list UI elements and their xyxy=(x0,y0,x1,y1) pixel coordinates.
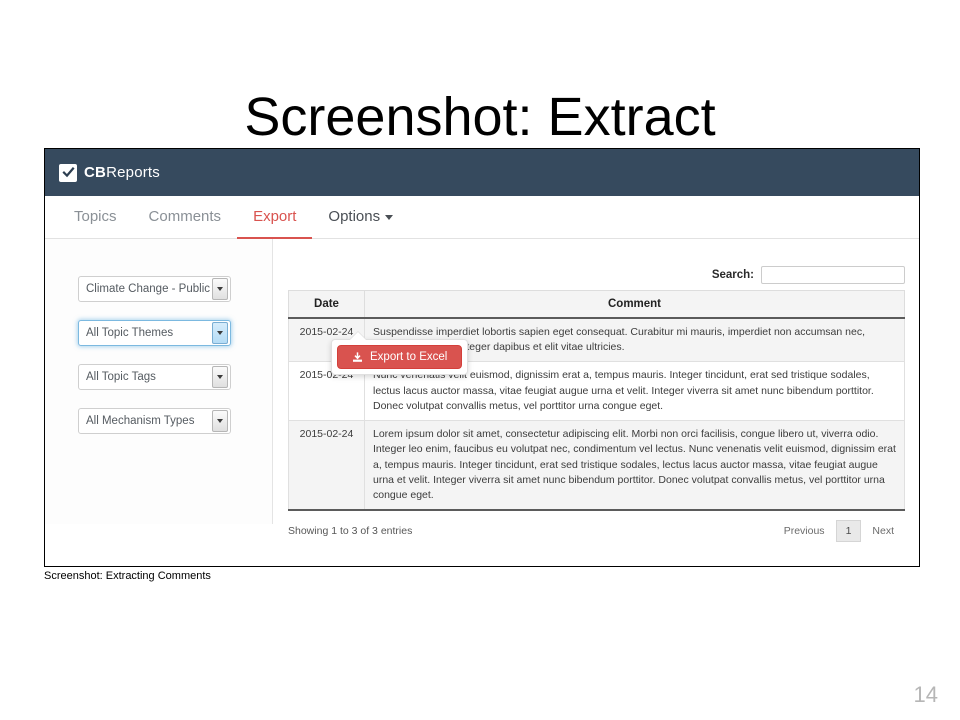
select-mechanism-types-chevron-down-icon[interactable] xyxy=(212,410,228,432)
tab-topics[interactable]: Topics xyxy=(58,196,133,239)
brand-text-bold: CB xyxy=(84,164,107,181)
export-to-excel-button[interactable]: Export to Excel xyxy=(337,345,463,369)
export-popover: Export to Excel xyxy=(331,331,469,375)
export-to-excel-label: Export to Excel xyxy=(370,351,448,363)
select-topic-tags[interactable]: All Topic Tags xyxy=(78,364,231,390)
chevron-down-icon xyxy=(385,214,394,220)
search-row: Search: xyxy=(288,239,905,290)
table-row[interactable]: 2015-02-24 Lorem ipsum dolor sit amet, c… xyxy=(288,420,905,512)
select-mechanism-types-value: All Mechanism Types xyxy=(86,415,195,427)
select-topic-themes[interactable]: All Topic Themes xyxy=(78,320,231,346)
brand-text: CBReports xyxy=(84,164,160,181)
slide-caption: Screenshot: Extracting Comments xyxy=(44,570,211,582)
filter-panel: Climate Change - Public Co All Topic The… xyxy=(45,239,273,524)
pagination-previous[interactable]: Previous xyxy=(773,521,836,541)
select-topic-chevron-down-icon[interactable] xyxy=(212,278,228,300)
page-title: Screenshot: Extract xyxy=(244,87,716,148)
select-topic-value: Climate Change - Public Co xyxy=(86,283,212,295)
tab-bar: Topics Comments Export Options xyxy=(45,196,919,239)
checkbox-checked-icon xyxy=(59,163,77,182)
content-pane: Search: Date Comment 2015-02-24 Suspendi… xyxy=(274,239,919,566)
comments-table: Date Comment 2015-02-24 Suspendisse impe… xyxy=(288,290,905,512)
column-header-date[interactable]: Date xyxy=(288,290,365,319)
table-footer: Showing 1 to 3 of 3 entries Previous 1 N… xyxy=(288,511,905,543)
select-topic-tags-chevron-down-icon[interactable] xyxy=(212,366,228,388)
tab-export[interactable]: Export xyxy=(237,196,313,239)
tab-options[interactable]: Options xyxy=(312,196,409,239)
table-header-row: Date Comment xyxy=(288,290,905,319)
screenshot-frame: CBReports Topics Comments Export Options… xyxy=(44,148,920,567)
tab-options-label: Options xyxy=(328,208,381,225)
select-mechanism-types[interactable]: All Mechanism Types xyxy=(78,408,231,434)
column-header-comment[interactable]: Comment xyxy=(364,290,905,319)
select-topic-themes-chevron-down-icon[interactable] xyxy=(212,322,228,344)
entries-info: Showing 1 to 3 of 3 entries xyxy=(288,525,413,538)
search-input[interactable] xyxy=(761,266,905,284)
app-body: Climate Change - Public Co All Topic The… xyxy=(45,239,919,566)
cell-comment: Lorem ipsum dolor sit amet, consectetur … xyxy=(364,420,905,512)
app-navbar: CBReports xyxy=(45,149,919,196)
pagination: Previous 1 Next xyxy=(773,520,905,543)
tab-comments[interactable]: Comments xyxy=(133,196,238,239)
search-label: Search: xyxy=(711,269,754,281)
pagination-page-1[interactable]: 1 xyxy=(835,520,862,543)
page-number: 14 xyxy=(913,682,938,707)
select-topic[interactable]: Climate Change - Public Co xyxy=(78,276,231,302)
pagination-next[interactable]: Next xyxy=(861,521,905,541)
download-icon xyxy=(352,351,363,363)
cell-date: 2015-02-24 xyxy=(288,420,365,512)
brand[interactable]: CBReports xyxy=(59,163,160,182)
brand-text-regular: Reports xyxy=(106,164,161,181)
select-topic-tags-value: All Topic Tags xyxy=(86,371,156,383)
select-topic-themes-value: All Topic Themes xyxy=(86,327,174,339)
